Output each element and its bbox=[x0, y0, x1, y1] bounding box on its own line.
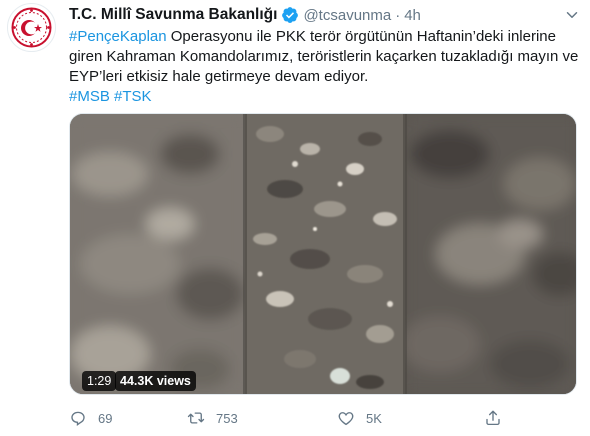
retweet-count: 753 bbox=[216, 410, 238, 426]
retweet-button[interactable]: 753 bbox=[187, 408, 238, 428]
reply-icon bbox=[71, 411, 85, 426]
display-name[interactable]: T.C. Millî Savunma Bakanlığı bbox=[69, 6, 277, 24]
verified-badge-icon bbox=[282, 7, 299, 23]
tweet-timestamp[interactable]: 4h bbox=[404, 7, 421, 24]
msb-emblem-icon bbox=[11, 7, 52, 48]
hashtag-msb[interactable]: #MSB bbox=[69, 88, 110, 105]
hashtag-pencekaplan[interactable]: #PençeKaplan bbox=[69, 28, 167, 45]
account-handle[interactable]: @tcsavunma bbox=[303, 7, 391, 24]
tweet-text: #PençeKaplan Operasyonu ile PKK terör ör… bbox=[69, 27, 579, 107]
tweet-hashtags: #MSB #TSK bbox=[69, 87, 574, 107]
like-count: 5K bbox=[366, 410, 382, 426]
video-duration: 1:29 bbox=[82, 371, 117, 391]
video-views: 44.3K views bbox=[115, 371, 196, 391]
tweet-actions: 69 753 5K bbox=[69, 408, 549, 428]
share-button[interactable] bbox=[484, 408, 502, 428]
reply-count: 69 bbox=[98, 410, 113, 426]
tweet-text-line-3: EYP’leri etkisiz hale getirmeye devam ed… bbox=[69, 68, 369, 85]
avatar[interactable] bbox=[7, 3, 56, 52]
tweet-text-line-2: giren Kahraman Komandolarımız, teröristl… bbox=[69, 48, 579, 65]
separator-dot: · bbox=[395, 6, 401, 24]
chevron-down-icon[interactable] bbox=[563, 6, 581, 24]
tweet[interactable]: T.C. Millî Savunma Bakanlığı @tcsavunma … bbox=[0, 0, 590, 436]
retweet-icon bbox=[187, 412, 205, 424]
tweet-header: T.C. Millî Savunma Bakanlığı @tcsavunma … bbox=[69, 4, 421, 26]
video-thumbnail bbox=[70, 114, 576, 394]
hashtag-tsk[interactable]: #TSK bbox=[114, 88, 152, 105]
reply-button[interactable]: 69 bbox=[69, 408, 112, 428]
video-player[interactable]: 1:29 44.3K views bbox=[69, 113, 577, 395]
heart-icon bbox=[338, 412, 354, 426]
tweet-text-line-1: #PençeKaplan Operasyonu ile PKK terör ör… bbox=[69, 27, 574, 47]
like-button[interactable]: 5K bbox=[337, 408, 382, 428]
tweet-text-line-1-rest: Operasyonu ile PKK terör örgütünün Hafta… bbox=[166, 28, 556, 45]
share-icon bbox=[486, 410, 500, 426]
